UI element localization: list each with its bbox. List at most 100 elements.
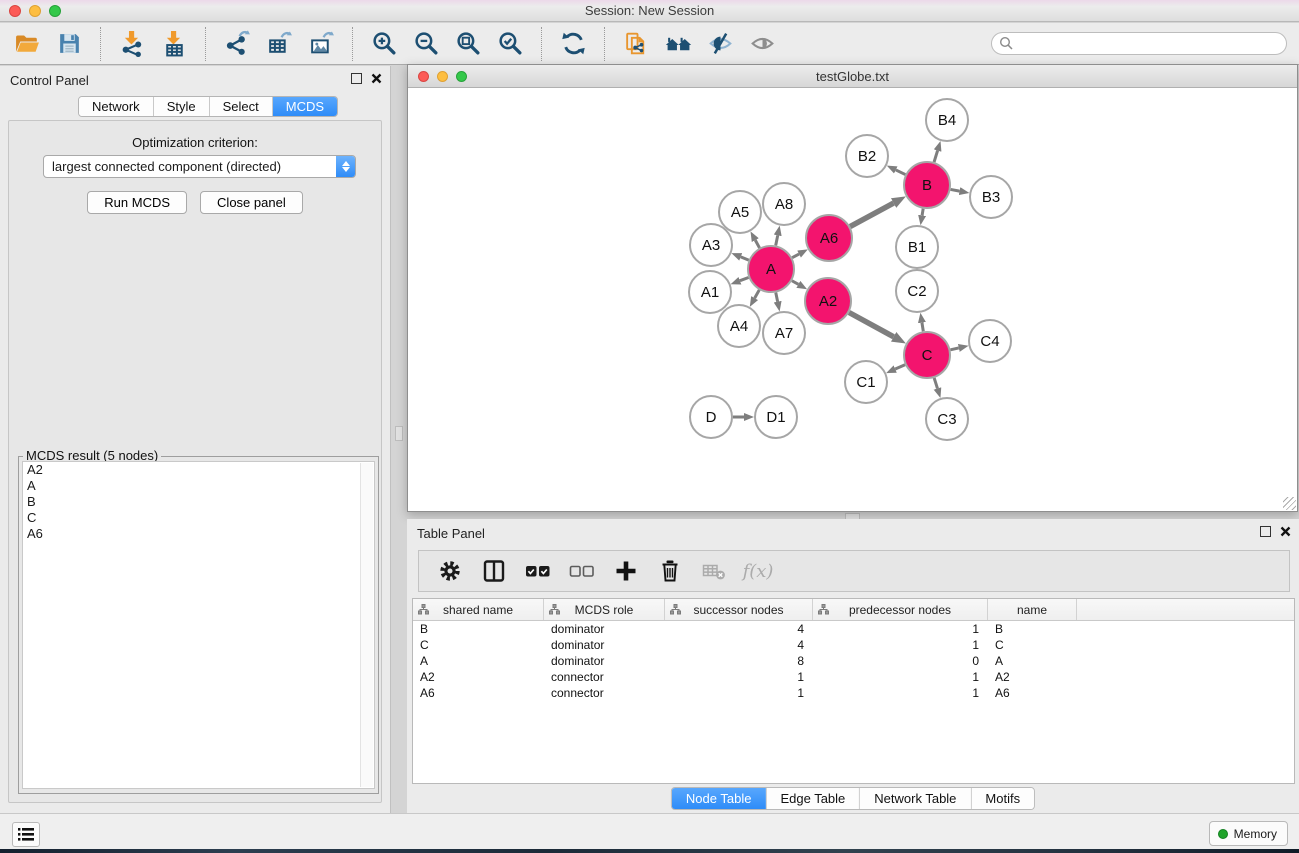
table-cell[interactable]: C: [988, 638, 1077, 652]
table-cell[interactable]: 1: [813, 670, 988, 684]
graph-edge-A-A1[interactable]: [740, 277, 749, 280]
table-cell[interactable]: 1: [665, 670, 813, 684]
deselect-all-button[interactable]: [565, 555, 599, 587]
zoom-in-button[interactable]: [363, 27, 405, 61]
graph-edge-A2-C[interactable]: [849, 312, 894, 336]
table-cell[interactable]: 4: [665, 622, 813, 636]
graph-edge-C-C2[interactable]: [922, 323, 923, 332]
graph-node-A3[interactable]: A3: [690, 224, 732, 266]
result-list-item[interactable]: A: [23, 478, 374, 494]
graph-node-A5[interactable]: A5: [719, 191, 761, 233]
tab-network[interactable]: Network: [79, 97, 154, 116]
show-graphics-details-button[interactable]: [741, 27, 783, 61]
close-panel-button[interactable]: Close panel: [200, 191, 303, 214]
graph-edge-B-B3[interactable]: [951, 189, 960, 191]
result-scrollbar-track[interactable]: [360, 463, 373, 787]
table-cell[interactable]: dominator: [544, 622, 665, 636]
export-image-button[interactable]: [300, 27, 342, 61]
node-table[interactable]: shared nameMCDS rolesuccessor nodesprede…: [412, 598, 1295, 784]
result-list-item[interactable]: A6: [23, 526, 374, 542]
table-row[interactable]: A2connector11A2: [413, 669, 1294, 685]
graph-edge-A6-B[interactable]: [850, 203, 893, 227]
tab-mcds[interactable]: MCDS: [273, 97, 337, 116]
table-cell[interactable]: C: [413, 638, 544, 652]
graph-node-A7[interactable]: A7: [763, 312, 805, 354]
function-builder-button[interactable]: f(x): [741, 555, 775, 587]
zoom-fit-button[interactable]: [447, 27, 489, 61]
graph-edge-A-A2[interactable]: [792, 281, 798, 285]
session-from-network-button[interactable]: [615, 27, 657, 61]
table-cell[interactable]: A: [413, 654, 544, 668]
vertical-splitter-grip[interactable]: [395, 426, 403, 441]
table-cell[interactable]: connector: [544, 686, 665, 700]
optimization-criterion-dropdown[interactable]: largest connected component (directed): [43, 155, 356, 178]
export-table-button[interactable]: [258, 27, 300, 61]
column-header-MCDS-role[interactable]: MCDS role: [544, 599, 665, 620]
graph-edge-A-A8[interactable]: [776, 235, 778, 245]
network-window-titlebar[interactable]: testGlobe.txt: [408, 65, 1297, 88]
delete-table-button[interactable]: [697, 555, 731, 587]
table-cell[interactable]: 8: [665, 654, 813, 668]
network-minimize-button[interactable]: [437, 71, 448, 82]
graph-node-B1[interactable]: B1: [896, 226, 938, 268]
graph-edge-B-B1[interactable]: [922, 209, 923, 216]
graph-node-A1[interactable]: A1: [689, 271, 731, 313]
graph-node-B[interactable]: B: [904, 162, 950, 208]
search-input[interactable]: [991, 32, 1287, 55]
table-row[interactable]: A6connector11A6: [413, 685, 1294, 701]
float-table-panel-icon[interactable]: [1260, 526, 1271, 537]
graph-edge-B-B2[interactable]: [896, 170, 906, 175]
tab-edge-table[interactable]: Edge Table: [766, 788, 860, 809]
close-table-panel-icon[interactable]: [1280, 526, 1291, 537]
table-cell[interactable]: 1: [813, 638, 988, 652]
graph-node-A4[interactable]: A4: [718, 305, 760, 347]
save-session-button[interactable]: [48, 27, 90, 61]
graph-node-C4[interactable]: C4: [969, 320, 1011, 362]
delete-column-button[interactable]: [653, 555, 687, 587]
tab-network-table[interactable]: Network Table: [860, 788, 971, 809]
result-list-item[interactable]: C: [23, 510, 374, 526]
graph-node-C[interactable]: C: [904, 332, 950, 378]
graph-node-A2[interactable]: A2: [805, 278, 851, 324]
table-cell[interactable]: 1: [665, 686, 813, 700]
graph-edge-A-A7[interactable]: [776, 293, 778, 302]
zoom-window-button[interactable]: [49, 5, 61, 17]
network-zoom-button[interactable]: [456, 71, 467, 82]
table-cell[interactable]: connector: [544, 670, 665, 684]
tab-node-table[interactable]: Node Table: [672, 788, 767, 809]
minimize-window-button[interactable]: [29, 5, 41, 17]
show-column-button[interactable]: [477, 555, 511, 587]
close-window-button[interactable]: [9, 5, 21, 17]
table-cell[interactable]: A: [988, 654, 1077, 668]
column-header-successor-nodes[interactable]: successor nodes: [665, 599, 813, 620]
open-file-button[interactable]: [6, 27, 48, 61]
table-cell[interactable]: 1: [813, 686, 988, 700]
table-cell[interactable]: A2: [413, 670, 544, 684]
table-row[interactable]: Bdominator41B: [413, 621, 1294, 637]
column-header-predecessor-nodes[interactable]: predecessor nodes: [813, 599, 988, 620]
float-panel-icon[interactable]: [351, 73, 362, 84]
table-cell[interactable]: 4: [665, 638, 813, 652]
zoom-out-button[interactable]: [405, 27, 447, 61]
mcds-result-list[interactable]: A2ABCA6: [22, 461, 375, 789]
graph-node-B2[interactable]: B2: [846, 135, 888, 177]
table-cell[interactable]: A2: [988, 670, 1077, 684]
graph-node-B4[interactable]: B4: [926, 99, 968, 141]
graph-edge-A-A6[interactable]: [792, 254, 799, 258]
graph-node-A6[interactable]: A6: [806, 215, 852, 261]
column-header-name[interactable]: name: [988, 599, 1077, 620]
network-close-button[interactable]: [418, 71, 429, 82]
graph-node-D[interactable]: D: [690, 396, 732, 438]
table-cell[interactable]: B: [413, 622, 544, 636]
table-row[interactable]: Adominator80A: [413, 653, 1294, 669]
table-cell[interactable]: 1: [813, 622, 988, 636]
import-network-button[interactable]: [111, 27, 153, 61]
graph-node-A8[interactable]: A8: [763, 183, 805, 225]
tab-motifs[interactable]: Motifs: [971, 788, 1034, 809]
graph-edge-A-A4[interactable]: [755, 290, 760, 298]
table-cell[interactable]: 0: [813, 654, 988, 668]
import-table-button[interactable]: [153, 27, 195, 61]
run-mcds-button[interactable]: Run MCDS: [87, 191, 187, 214]
graph-edge-A-A3[interactable]: [741, 257, 749, 260]
memory-button[interactable]: Memory: [1209, 821, 1288, 846]
